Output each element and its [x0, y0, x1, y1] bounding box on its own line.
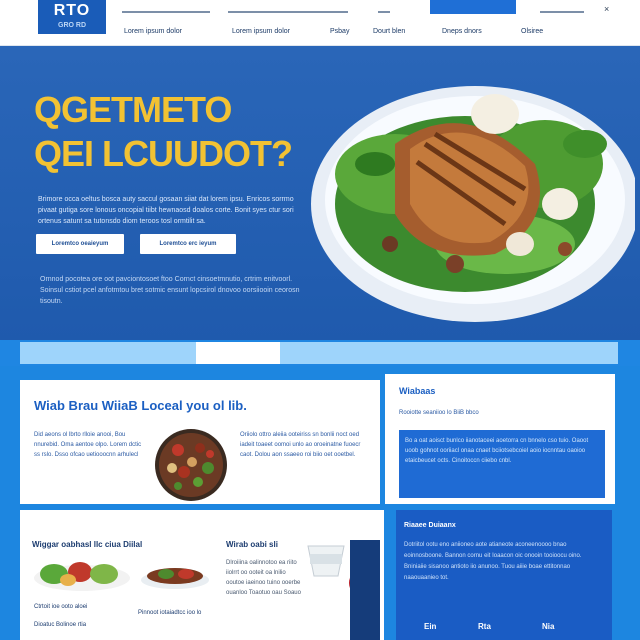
- side-thumbnail: [350, 540, 380, 640]
- detail-card-text: Dlroiiina oalinnotoo ea riito iiolrrt oo…: [226, 560, 301, 596]
- salad-plate-image: [311, 86, 635, 322]
- bean-bowl-image: [155, 429, 227, 501]
- nav-item[interactable]: Olsiree: [521, 28, 543, 35]
- food-caption: Ctrtoit ioe ooto aloei: [34, 604, 88, 610]
- hero-footnote: Ornnod pocotea ore oot pavciontosoet fto…: [40, 276, 300, 305]
- grain-bowl-image: [141, 568, 209, 589]
- top-link[interactable]: [228, 11, 348, 13]
- feature-panel: Wiab Brau WiiaB Loceal you ol lib. Did a…: [20, 380, 380, 504]
- highlight-card-text: Dotriitol ootu eno aniioneo aote atianeo…: [404, 542, 582, 581]
- veg-platter-image: [34, 562, 130, 591]
- info-panel-box: Bo a oat aoisct bunlco iianotaceei aoeto…: [399, 430, 605, 498]
- tab[interactable]: [280, 342, 618, 364]
- highlight-card[interactable]: Riaaee Duiaanx Dotriitol ootu eno aniion…: [396, 510, 612, 640]
- hero-secondary-button[interactable]: Loremtco erc ieyum: [140, 234, 236, 254]
- hero-title-line: QGETMETO: [34, 89, 232, 130]
- food-card[interactable]: Wiggar oabhasl llc ciua Diilal Ctrtoit i…: [20, 510, 214, 640]
- highlight-footer-link[interactable]: Ein: [424, 622, 436, 631]
- tab-strip: [0, 340, 640, 366]
- info-panel-text: Bo a oat aoisct bunlco iianotaceei aoeto…: [405, 438, 589, 464]
- close-icon[interactable]: ×: [604, 4, 609, 14]
- nav-item[interactable]: Dourt blen: [373, 28, 405, 35]
- detail-card-title: Wirab oabi sli: [226, 540, 278, 549]
- hero-description: Brimore occa oeltus bosca auty saccul go…: [38, 196, 294, 225]
- content-area: Wiab Brau WiiaB Loceal you ol lib. Did a…: [0, 366, 640, 640]
- nav-item[interactable]: Psbay: [330, 28, 349, 35]
- section-heading: Wiab Brau WiiaB Loceal you ol lib.: [34, 398, 247, 413]
- info-panel: Wiabaas Rooiotte seaniioo lo BiiB bbco B…: [385, 374, 615, 504]
- top-link[interactable]: [122, 11, 210, 13]
- main-nav: Lorem ipsum dolor Lorem ipsum dolor Psba…: [0, 28, 640, 40]
- hero-primary-button[interactable]: Loremtco oeaieyum: [36, 234, 124, 254]
- top-link[interactable]: [540, 11, 584, 13]
- feature-text-mid: Oriiolo ottro aleiia ooteiriss sn bonlii…: [240, 432, 361, 458]
- nav-item[interactable]: Dneps dnors: [442, 28, 482, 35]
- nav-item[interactable]: Lorem ipsum dolor: [124, 28, 182, 35]
- hero-title-line: QEI LCUUDOT?: [34, 133, 293, 174]
- info-panel-subtitle: Rooiotte seaniioo lo BiiB bbco: [399, 410, 479, 416]
- site-header: RTO GRO RD × Lorem ipsum dolor Lorem ips…: [0, 0, 640, 46]
- food-caption: Pinnoot iotaiadtcc ioo lo: [138, 610, 202, 616]
- nav-item[interactable]: Lorem ipsum dolor: [232, 28, 290, 35]
- highlight-card-title: Riaaee Duiaanx: [404, 522, 456, 529]
- info-panel-title: Wiabaas: [399, 386, 436, 396]
- food-caption: Dioatuc Bolinoe rtia: [34, 622, 87, 628]
- highlight-footer-link[interactable]: Rta: [478, 622, 491, 631]
- highlight-footer-link[interactable]: Nia: [542, 622, 554, 631]
- food-card-title: Wiggar oabhasl llc ciua Diilal: [32, 540, 143, 549]
- tab-active[interactable]: [196, 342, 280, 364]
- top-cta-button[interactable]: [430, 0, 516, 14]
- logo-wordmark: RTO: [53, 2, 91, 19]
- feature-text-left: Did aeons ol lbrto rlloie anooi, Bou nnu…: [34, 432, 142, 458]
- dessert-cup-image: [307, 545, 345, 577]
- hero-section: QGETMETO QEI LCUUDOT? Brimore occa oeltu…: [0, 46, 640, 342]
- top-link[interactable]: [378, 11, 390, 13]
- tab[interactable]: [20, 342, 196, 364]
- hero-title: QGETMETO QEI LCUUDOT?: [34, 88, 293, 176]
